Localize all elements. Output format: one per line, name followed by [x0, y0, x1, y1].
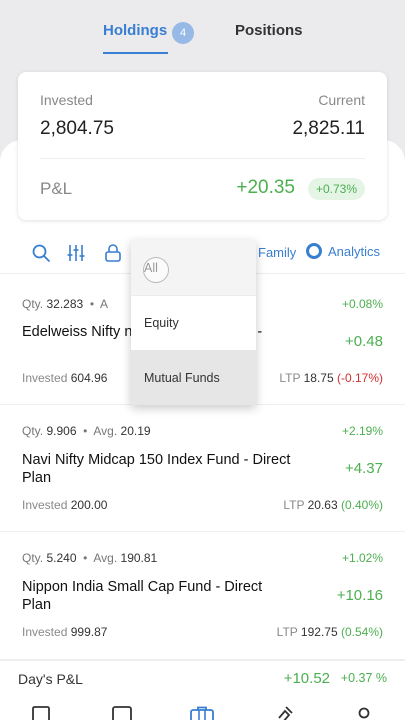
portfolio-summary-card: Invested 2,804.75 Current 2,825.11 P&L +… [18, 72, 387, 220]
portfolio-icon[interactable] [190, 706, 214, 720]
holding-row[interactable]: Qty. 9.906 • Avg. 20.19 +2.19% Navi Nift… [0, 405, 405, 532]
bottom-navigation [0, 698, 405, 720]
invested-value: 2,804.75 [40, 118, 114, 139]
holding-invested: Invested 999.87 [22, 625, 108, 639]
watchlist-icon[interactable] [32, 706, 50, 720]
holding-pnl: +0.48 [345, 333, 383, 350]
filter-sliders-icon[interactable] [66, 243, 86, 263]
current-value: 2,825.11 [292, 118, 365, 139]
holding-qty: Qty. 32.283 • A [22, 297, 109, 311]
invested-label: Invested [40, 92, 93, 108]
holding-name: Navi Nifty Midcap 150 Index Fund - Direc… [22, 452, 291, 486]
holding-qty: Qty. 5.240 • Avg. 190.81 [22, 551, 158, 565]
day-pnl-value: +10.52 [283, 670, 330, 687]
orders-icon[interactable] [112, 706, 132, 720]
holding-pnl: +4.37 [345, 460, 383, 477]
holdings-filter-dropdown: All Equity Mutual Funds [131, 240, 256, 405]
dropdown-option-equity[interactable]: Equity [131, 295, 256, 350]
current-label: Current [318, 92, 365, 108]
pnl-label: P&L [40, 179, 73, 198]
day-pnl-percent: +0.37 % [340, 671, 387, 685]
pnl-value: +20.35 [236, 177, 295, 198]
dropdown-option-all[interactable]: All [131, 240, 256, 295]
family-toggle[interactable]: Family [258, 245, 296, 260]
analytics-label: Analytics [328, 243, 381, 259]
holding-change-percent: +0.08% [341, 297, 383, 311]
pnl-percent-badge: +0.73% [307, 178, 365, 200]
holding-change-percent: +2.19% [341, 424, 383, 438]
lock-icon[interactable] [103, 243, 123, 263]
holdings-count-badge: 4 [172, 22, 194, 44]
holding-ltp: LTP 192.75 (0.54%) [276, 625, 383, 639]
bids-icon[interactable] [275, 706, 295, 720]
day-pnl-label: Day's P&L [18, 671, 83, 687]
account-icon[interactable] [357, 706, 371, 720]
tab-positions[interactable]: Positions [235, 22, 303, 39]
holding-pnl: +10.16 [336, 587, 383, 604]
holding-change-percent: +1.02% [341, 551, 383, 565]
holding-ltp: LTP 20.63 (0.40%) [283, 498, 383, 512]
tab-holdings[interactable]: Holdings [103, 22, 167, 39]
holding-invested: Invested 604.96 [22, 371, 108, 385]
active-tab-indicator [103, 52, 168, 54]
portfolio-tabs: Holdings 4 Positions [0, 0, 405, 64]
holding-qty: Qty. 9.906 • Avg. 20.19 [22, 424, 151, 438]
holding-row[interactable]: Qty. 5.240 • Avg. 190.81 +1.02% Nippon I… [0, 532, 405, 660]
dropdown-option-mutual-funds[interactable]: Mutual Funds [131, 350, 256, 405]
holding-ltp: LTP 18.75 (-0.17%) [279, 371, 383, 385]
holding-invested: Invested 200.00 [22, 498, 108, 512]
holding-name: Nippon India Small Cap Fund - Direct Pla… [22, 579, 263, 613]
analytics-button[interactable]: Analytics [306, 243, 380, 259]
day-pnl-bar: Day's P&L +10.52 +0.37 % [0, 660, 405, 698]
divider [40, 158, 365, 159]
analytics-icon [306, 243, 322, 259]
search-icon[interactable] [31, 243, 51, 263]
